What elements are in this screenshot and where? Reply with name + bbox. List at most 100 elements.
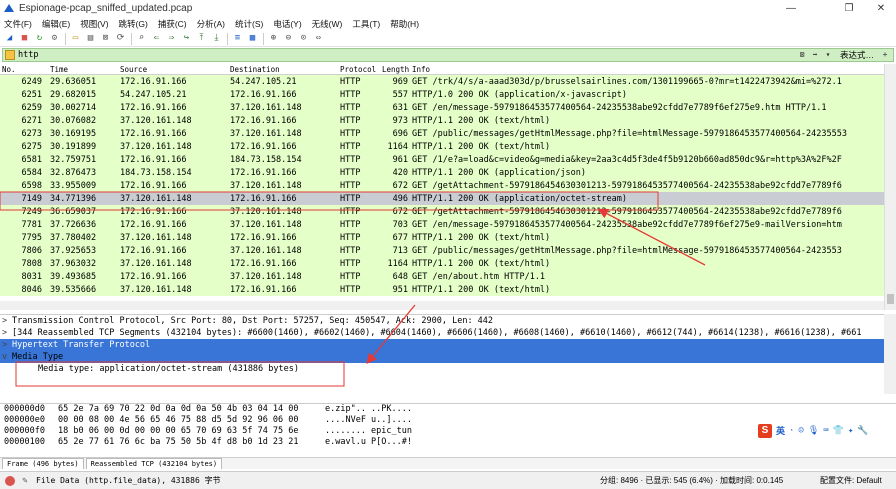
- packet-row[interactable]: 6598 33.955009 172.16.91.166 37.120.161.148…: [0, 179, 884, 192]
- packet-row[interactable]: 7781 37.726636 172.16.91.166 37.120.161.148…: [0, 218, 884, 231]
- goto-icon[interactable]: ↪: [181, 33, 192, 44]
- menu-item[interactable]: 统计(S): [235, 18, 263, 30]
- close-button[interactable]: ✕: [866, 0, 896, 16]
- byte-tab[interactable]: Reassembled TCP (432104 bytes): [85, 458, 223, 469]
- ime-tool-icon[interactable]: 🎙: [808, 426, 819, 436]
- filter-history-chevron-icon[interactable]: ▾: [823, 50, 833, 60]
- column-header[interactable]: Time: [46, 65, 120, 74]
- packet-row[interactable]: 6581 32.759751 172.16.91.166 184.73.158.154…: [0, 153, 884, 166]
- column-header[interactable]: Info: [412, 65, 884, 74]
- packet-row[interactable]: 6251 29.682015 54.247.105.21 172.16.91.166 H…: [0, 88, 884, 101]
- column-header[interactable]: Length: [382, 65, 412, 74]
- add-filter-button[interactable]: +: [880, 50, 890, 60]
- edit-comment-icon[interactable]: ✎: [20, 476, 30, 486]
- options-gear-icon[interactable]: ⚙: [49, 33, 60, 44]
- colorize-icon[interactable]: ▦: [247, 33, 258, 44]
- packet-cell-src: 172.16.91.166: [120, 245, 187, 256]
- detail-row[interactable]: > [344 Reassembled TCP Segments (432104 b…: [0, 327, 884, 339]
- scrollbar-thumb[interactable]: [887, 294, 894, 304]
- packet-cell-src: 172.16.91.166: [120, 206, 187, 217]
- detail-row[interactable]: Media type: application/octet-stream (43…: [0, 363, 884, 375]
- menu-item[interactable]: 捕获(C): [158, 18, 187, 30]
- sogou-logo-icon[interactable]: S: [758, 423, 772, 438]
- packet-row[interactable]: 7806 37.925653 172.16.91.166 37.120.161.148…: [0, 244, 884, 257]
- packet-row[interactable]: 7795 37.780402 37.120.161.148 172.16.91.166…: [0, 231, 884, 244]
- ime-tool-icon[interactable]: 🔧: [857, 426, 868, 436]
- packet-row[interactable]: 7808 37.963032 37.120.161.148 172.16.91.166…: [0, 257, 884, 270]
- close-file-icon[interactable]: ⊠: [100, 33, 111, 44]
- save-icon[interactable]: ▤: [85, 33, 96, 44]
- zoom-in-icon[interactable]: ⊕: [268, 33, 279, 44]
- ime-language[interactable]: 英: [776, 424, 785, 437]
- display-filter-input[interactable]: [18, 49, 797, 61]
- expand-twisty-icon[interactable]: >: [2, 339, 12, 351]
- packet-list-scrollbar[interactable]: [884, 64, 896, 310]
- reload-icon[interactable]: ⟳: [115, 33, 126, 44]
- packet-row[interactable]: 8031 39.493685 172.16.91.166 37.120.161.148…: [0, 270, 884, 283]
- apply-filter-icon[interactable]: ➡: [810, 50, 820, 60]
- clear-filter-icon[interactable]: ⊠: [797, 50, 807, 60]
- menu-item[interactable]: 跳转(G): [119, 18, 148, 30]
- column-header[interactable]: Source: [120, 65, 230, 74]
- packet-row[interactable]: 6271 30.076082 37.120.161.148 172.16.91.166…: [0, 114, 884, 127]
- autoscroll-icon[interactable]: ≡: [232, 33, 243, 44]
- menu-item[interactable]: 视图(V): [80, 18, 108, 30]
- stop-icon[interactable]: ■: [19, 33, 30, 44]
- ime-tool-icon[interactable]: ☺: [798, 426, 803, 436]
- packet-row[interactable]: 8046 39.535666 37.120.161.148 172.16.91.166…: [0, 283, 884, 296]
- packet-row[interactable]: 6584 32.876473 184.73.158.154 172.16.91.166…: [0, 166, 884, 179]
- menu-item[interactable]: 分析(A): [197, 18, 225, 30]
- status-profile[interactable]: 配置文件: Default: [820, 475, 882, 486]
- packet-cell-len: 703: [392, 219, 408, 230]
- packet-cell-time: 30.191899: [50, 141, 97, 152]
- packet-row[interactable]: 6249 29.636051 172.16.91.166 54.247.105.21 H…: [0, 75, 884, 88]
- expression-button[interactable]: 表达式…: [840, 49, 874, 61]
- back-icon[interactable]: ⇐: [151, 33, 162, 44]
- packet-list-hscrollbar[interactable]: [0, 301, 884, 310]
- bookmark-icon[interactable]: [5, 50, 15, 60]
- ime-tool-icon[interactable]: 👕: [833, 426, 844, 436]
- expand-twisty-icon[interactable]: v: [2, 351, 12, 363]
- find-icon[interactable]: ⌕: [136, 33, 147, 44]
- menu-item[interactable]: 电话(Y): [273, 18, 301, 30]
- shark-fin-icon[interactable]: ◢: [4, 33, 15, 44]
- expert-info-icon[interactable]: [5, 475, 15, 486]
- open-file-icon[interactable]: ▭: [70, 33, 81, 44]
- packet-row[interactable]: 6275 30.191899 37.120.161.148 172.16.91.166…: [0, 140, 884, 153]
- detail-row[interactable]: > Hypertext Transfer Protocol: [0, 339, 884, 351]
- zoom-normal-icon[interactable]: ⊙: [298, 33, 309, 44]
- ime-tool-icon[interactable]: ⌨: [823, 426, 828, 436]
- expand-twisty-icon[interactable]: >: [2, 327, 12, 339]
- column-header[interactable]: Destination: [230, 65, 340, 74]
- packet-cell-info: GET /getAttachment-5979186454630301213-5…: [412, 206, 842, 217]
- title-bar: Espionage-pcap_sniffed_updated.pcap — ❐ …: [0, 0, 896, 16]
- detail-row[interactable]: v Media Type: [0, 351, 884, 363]
- ime-tool-icon[interactable]: ✦: [848, 426, 853, 436]
- zoom-out-icon[interactable]: ⊖: [283, 33, 294, 44]
- detail-row[interactable]: > Transmission Control Protocol, Src Port…: [0, 315, 884, 327]
- forward-icon[interactable]: ⇒: [166, 33, 177, 44]
- ime-tool-icon[interactable]: ·: [789, 426, 794, 436]
- menu-item[interactable]: 文件(F): [4, 18, 32, 30]
- packet-row[interactable]: 7149 34.771396 37.120.161.148 172.16.91.166…: [0, 192, 884, 205]
- first-icon[interactable]: ⤒: [196, 33, 207, 44]
- byte-tab[interactable]: Frame (496 bytes): [2, 458, 84, 469]
- restart-icon[interactable]: ↻: [34, 33, 45, 44]
- packet-cell-len: 713: [392, 245, 408, 256]
- packet-row[interactable]: 6273 30.169195 172.16.91.166 37.120.161.148…: [0, 127, 884, 140]
- last-icon[interactable]: ⤓: [211, 33, 222, 44]
- packet-row[interactable]: 6259 30.002714 172.16.91.166 37.120.161.148…: [0, 101, 884, 114]
- packet-row[interactable]: 7249 36.659037 172.16.91.166 37.120.161.148…: [0, 205, 884, 218]
- minimize-button[interactable]: —: [776, 0, 806, 16]
- menu-item[interactable]: 工具(T): [352, 18, 380, 30]
- details-scrollbar[interactable]: [884, 314, 896, 394]
- menu-item[interactable]: 无线(W): [312, 18, 343, 30]
- menu-item[interactable]: 帮助(H): [390, 18, 419, 30]
- menu-item[interactable]: 编辑(E): [42, 18, 70, 30]
- packet-details: > Transmission Control Protocol, Src Port…: [0, 314, 884, 394]
- expand-twisty-icon[interactable]: >: [2, 315, 12, 327]
- resize-columns-icon[interactable]: ⇔: [313, 33, 324, 44]
- restore-button[interactable]: ❐: [834, 0, 864, 16]
- column-header[interactable]: Protocol: [340, 65, 382, 74]
- column-header[interactable]: No.: [0, 65, 46, 74]
